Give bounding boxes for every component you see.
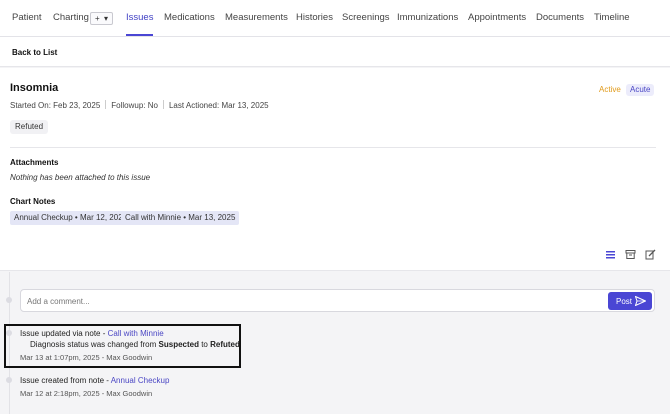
tab-screenings[interactable]: Screenings — [342, 12, 390, 23]
last-actioned: Last Actioned: Mar 13, 2025 — [168, 101, 269, 110]
post-button[interactable]: Post — [608, 292, 652, 310]
comment-box: Post — [20, 289, 655, 312]
charting-add-dropdown[interactable]: + ▾ — [90, 12, 113, 25]
active-tab-indicator — [126, 34, 153, 36]
chart-notes-heading: Chart Notes — [10, 197, 56, 206]
timeline-event-detail: Diagnosis status was changed from Suspec… — [30, 340, 240, 349]
tab-measurements[interactable]: Measurements — [225, 12, 288, 23]
timeline-event-title: Issue updated via note - Call with Minni… — [20, 329, 164, 338]
tab-documents[interactable]: Documents — [536, 12, 584, 23]
chevron-down-icon: ▾ — [104, 14, 109, 23]
timeline-event-meta: Mar 12 at 2:18pm, 2025 - Max Goodwin — [20, 389, 153, 398]
edit-icon[interactable] — [645, 249, 656, 260]
tab-patient[interactable]: Patient — [12, 12, 42, 23]
issue-detail-panel: Insomnia Active Acute Started On: Feb 23… — [0, 68, 670, 271]
tab-medications[interactable]: Medications — [164, 12, 215, 23]
detail-from-value: Suspected — [158, 340, 199, 349]
back-to-list-link[interactable]: Back to List — [12, 48, 57, 57]
followup: Followup: No — [111, 101, 158, 110]
tab-charting[interactable]: Charting — [53, 12, 89, 23]
detail-to-value: Refuted — [210, 340, 240, 349]
top-nav: Patient Charting + ▾ Issues Medications … — [0, 0, 670, 37]
archive-icon[interactable] — [625, 249, 636, 260]
attachments-heading: Attachments — [10, 158, 59, 167]
comment-input[interactable] — [27, 296, 587, 307]
plus-icon: + — [95, 14, 100, 23]
started-on: Started On: Feb 23, 2025 — [10, 101, 101, 110]
issue-title: Insomnia — [10, 82, 59, 94]
attachments-empty-message: Nothing has been attached to this issue — [10, 173, 151, 182]
tab-issues[interactable]: Issues — [126, 12, 153, 23]
note-link[interactable]: Call with Minnie — [108, 329, 164, 338]
status-badge: Active — [599, 85, 621, 94]
meta-divider — [105, 100, 107, 109]
timeline-event-title: Issue created from note - Annual Checkup — [20, 376, 169, 385]
section-divider — [10, 147, 656, 148]
list-icon[interactable] — [605, 249, 616, 260]
back-bar: Back to List — [0, 37, 670, 67]
tab-appointments[interactable]: Appointments — [468, 12, 526, 23]
timeline-dot — [6, 377, 12, 383]
note-link[interactable]: Annual Checkup — [111, 376, 170, 385]
detail-mid: to — [198, 340, 211, 349]
severity-badge: Acute — [626, 84, 655, 96]
timeline-dot — [6, 297, 12, 303]
send-icon — [635, 296, 646, 306]
chart-note-chip[interactable]: Annual Checkup • Mar 12, 2025 — [10, 211, 132, 225]
event-prefix: Issue created from note - — [20, 376, 111, 385]
chart-note-chip[interactable]: Call with Minnie • Mar 13, 2025 — [121, 211, 240, 225]
tab-timeline[interactable]: Timeline — [594, 12, 630, 23]
timeline-event-meta: Mar 13 at 1:07pm, 2025 - Max Goodwin — [20, 353, 153, 362]
post-button-label: Post — [616, 297, 633, 306]
tab-immunizations[interactable]: Immunizations — [397, 12, 458, 23]
detail-prefix: Diagnosis status was changed from — [30, 340, 159, 349]
event-prefix: Issue updated via note - — [20, 329, 108, 338]
tab-histories[interactable]: Histories — [296, 12, 333, 23]
issue-meta: Started On: Feb 23, 2025 Followup: No Last… — [10, 100, 269, 110]
meta-divider — [162, 100, 164, 109]
diagnosis-status-chip: Refuted — [10, 120, 49, 134]
